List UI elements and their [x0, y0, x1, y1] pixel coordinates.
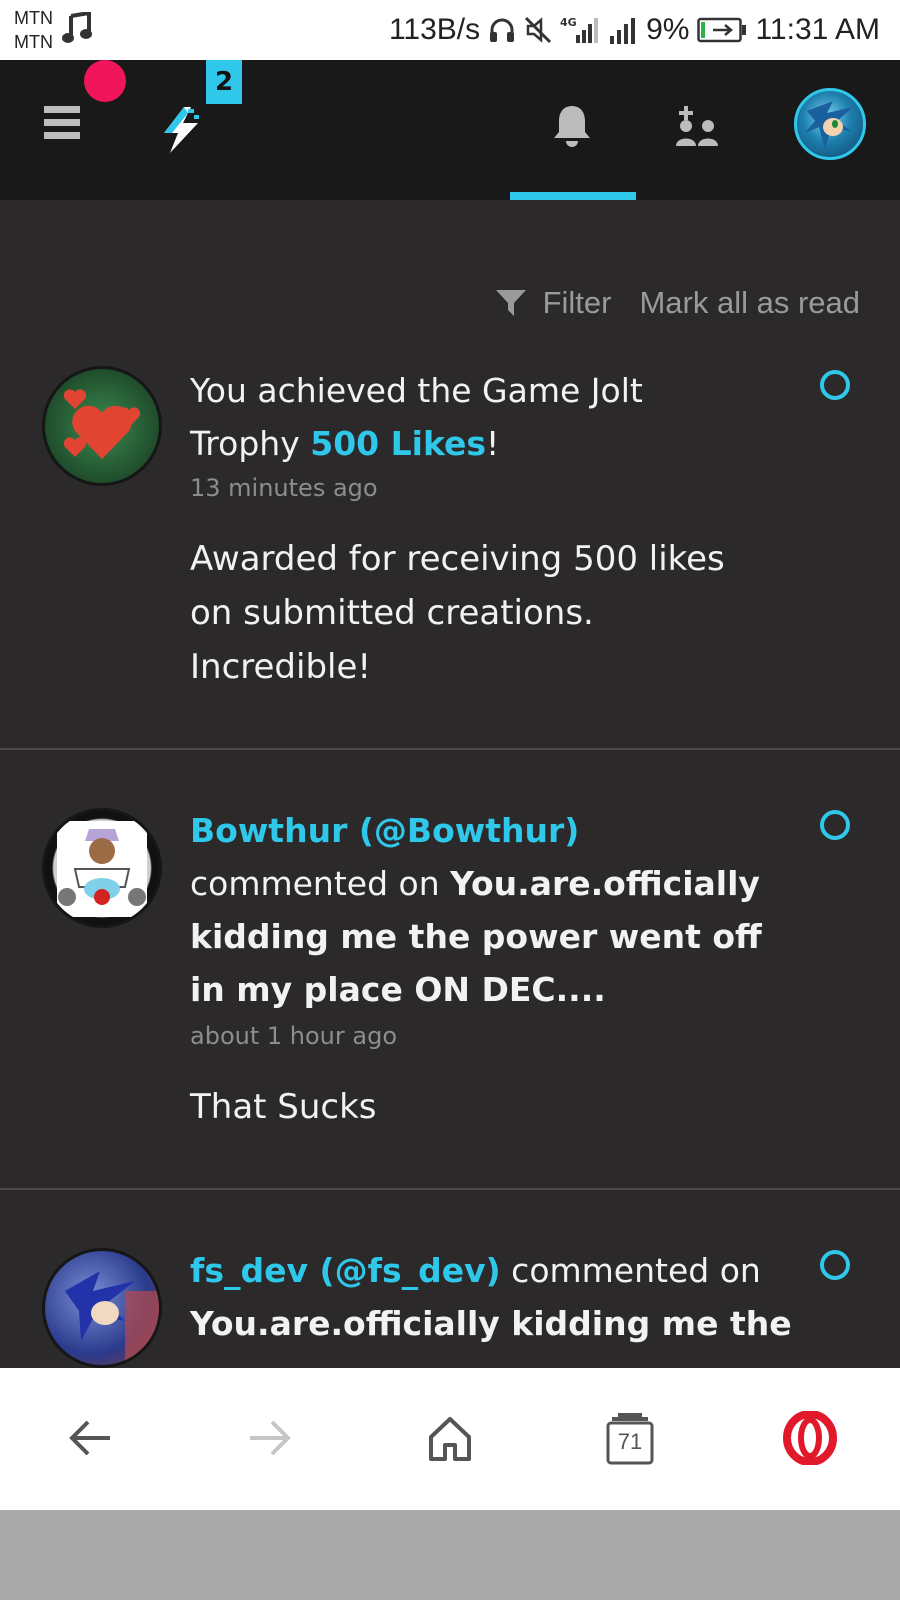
user-avatar[interactable]	[794, 88, 866, 160]
opera-menu-button[interactable]	[778, 1406, 842, 1470]
trophy-line-2: Trophy 500 Likes!	[190, 417, 770, 470]
menu-bar-2	[44, 119, 80, 126]
carrier-1: MTN	[14, 8, 53, 28]
bell-icon[interactable]	[552, 104, 592, 148]
system-navigation-bar	[0, 1510, 900, 1600]
headphones-icon	[490, 18, 515, 42]
trophy-description: Awarded for receiving 500 likes on submi…	[190, 532, 750, 694]
comment-action: commented on	[190, 864, 451, 903]
post-title-part-3[interactable]: in my place ON DEC....	[190, 970, 606, 1009]
comment-body: That Sucks	[190, 1087, 377, 1127]
tabs-button[interactable]: 71	[598, 1406, 662, 1470]
opera-logo-icon	[783, 1411, 837, 1465]
back-button[interactable]	[58, 1406, 122, 1470]
status-indicators: 113B/s 4G 9% 11:31 AM	[389, 10, 880, 50]
network-speed: 113B/s	[388, 13, 481, 46]
notification-item-comment[interactable]: Bowthur (@Bowthur) commented on You.are.…	[0, 750, 900, 1190]
trophy-timestamp: 13 minutes ago	[190, 474, 378, 502]
post-title-part-1[interactable]: You.are.officially	[450, 864, 760, 903]
carrier-labels: MTN MTN	[14, 6, 53, 54]
battery-percent: 9%	[646, 13, 690, 46]
trophy-description-line-1: Awarded for receiving 500 likes	[190, 539, 725, 579]
comment-message: fs_dev (@fs_dev) commented on You.are.of…	[190, 1244, 792, 1350]
trophy-name-link[interactable]: 500 Likes	[310, 424, 486, 463]
commenter-name-link[interactable]: fs_dev (@fs_dev)	[190, 1251, 501, 1290]
menu-button[interactable]	[44, 106, 80, 142]
unread-indicator[interactable]	[820, 370, 850, 400]
music-note-icon	[62, 12, 92, 43]
bowthur-avatar[interactable]	[42, 808, 162, 928]
trophy-prefix: Trophy	[190, 424, 311, 463]
unread-indicator[interactable]	[820, 1250, 850, 1280]
filter-funnel-icon	[495, 290, 526, 316]
trophy-line-1: You achieved the Game Jolt	[190, 371, 643, 410]
forward-button[interactable]	[238, 1406, 302, 1470]
trophy-description-line-2: on submitted creations.	[190, 593, 594, 633]
hearts-trophy-image	[63, 389, 141, 459]
post-title-part-2[interactable]: kidding me the power went off	[190, 917, 762, 956]
trophy-suffix: !	[486, 424, 500, 463]
post-title-part-1[interactable]: You.are.officially kidding me the	[190, 1304, 792, 1343]
home-icon	[429, 1417, 471, 1461]
fs-dev-avatar-image	[65, 1271, 159, 1365]
back-arrow-icon	[69, 1420, 110, 1456]
mute-icon	[525, 16, 552, 44]
comment-message: Bowthur (@Bowthur) commented on You.are.…	[190, 804, 770, 1016]
comment-action: commented on	[500, 1251, 761, 1290]
app-header	[0, 60, 900, 200]
browser-toolbar: 71	[0, 1368, 900, 1510]
bowthur-avatar-image	[57, 821, 147, 917]
avatar-image	[805, 101, 853, 149]
battery-charging-icon	[697, 17, 747, 43]
friend-requests-icon[interactable]	[674, 104, 720, 146]
comment-line-1: fs_dev (@fs_dev) commented on	[190, 1244, 770, 1297]
notification-actions: Filter Mark all as read	[495, 280, 860, 326]
trophy-description-line-3: Incredible!	[190, 647, 372, 687]
filter-label: Filter	[542, 285, 612, 320]
home-button[interactable]	[418, 1406, 482, 1470]
status-bar: MTN MTN 113B/s 4G 9% 11:31 AM	[0, 0, 900, 60]
menu-bar-1	[44, 106, 80, 113]
clock: 11:31 AM	[755, 13, 880, 46]
signal-icon	[610, 18, 636, 44]
carrier-2: MTN	[14, 32, 53, 52]
network-type: 4G	[560, 16, 577, 29]
notification-item-trophy[interactable]: You achieved the Game Jolt Trophy 500 Li…	[0, 340, 900, 750]
tabs-count: 71	[617, 1429, 643, 1454]
comment-line-2: commented on You.are.officially	[190, 857, 770, 910]
mark-all-read-button[interactable]: Mark all as read	[639, 285, 860, 321]
forward-arrow-icon	[250, 1420, 291, 1456]
comment-timestamp: about 1 hour ago	[190, 1022, 397, 1050]
menu-bar-3	[44, 132, 80, 139]
network-4g-icon: 4G	[560, 16, 599, 43]
notifications-tab-indicator	[510, 192, 636, 200]
filter-button[interactable]: Filter	[495, 285, 612, 321]
unread-indicator[interactable]	[820, 810, 850, 840]
alert-dot	[84, 60, 126, 102]
trophy-message: You achieved the Game Jolt Trophy 500 Li…	[190, 364, 770, 470]
trophy-avatar	[42, 366, 162, 486]
commenter-name-link[interactable]: Bowthur (@Bowthur)	[190, 804, 770, 857]
activity-bolt-icon[interactable]	[158, 105, 204, 155]
activity-count-badge: 2	[206, 60, 242, 104]
fs-dev-avatar[interactable]	[42, 1248, 162, 1368]
